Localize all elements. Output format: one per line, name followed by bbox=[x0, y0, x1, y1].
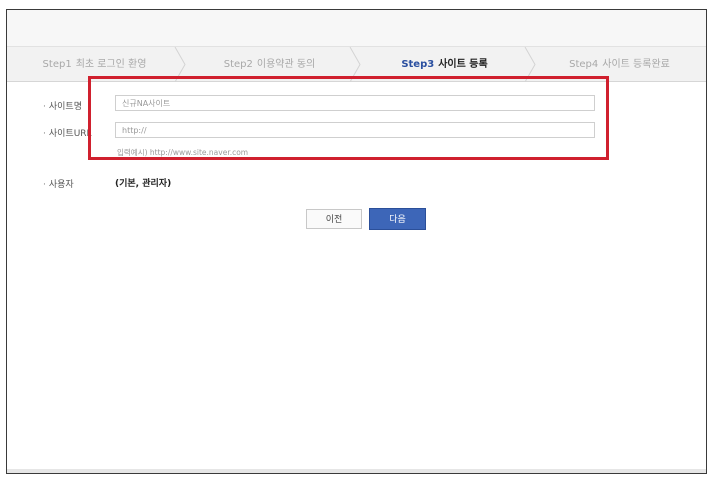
step-1-number: Step1 bbox=[42, 59, 72, 70]
next-button[interactable]: 다음 bbox=[369, 208, 426, 230]
bottom-divider bbox=[7, 469, 706, 473]
step-3-number: Step3 bbox=[401, 59, 435, 70]
step-3: Step3 사이트 등록 bbox=[357, 47, 532, 82]
step-1: Step1 최초 로그인 환영 bbox=[7, 47, 182, 82]
site-name-input[interactable] bbox=[115, 95, 595, 111]
url-example-hint: 입력예시) http://www.site.naver.com bbox=[117, 148, 249, 157]
step-2-label: 이용약관 동의 bbox=[256, 59, 316, 70]
site-url-input[interactable] bbox=[115, 122, 595, 138]
user-label: · 사용자 bbox=[43, 180, 74, 190]
site-url-label: · 사이트URL bbox=[43, 129, 92, 139]
site-name-label: · 사이트명 bbox=[43, 102, 82, 112]
user-value: (기본, 관리자) bbox=[115, 179, 172, 189]
step-progress-bar: Step1 최초 로그인 환영 Step2 이용약관 동의 Step3 사이트 등록 … bbox=[7, 46, 706, 82]
step-2: Step2 이용약관 동의 bbox=[182, 47, 357, 82]
step-4-label: 사이트 등록완료 bbox=[602, 59, 670, 70]
prev-button[interactable]: 이전 bbox=[306, 209, 362, 229]
page-frame: Step1 최초 로그인 환영 Step2 이용약관 동의 Step3 사이트 등록 … bbox=[6, 9, 707, 474]
step-3-label: 사이트 등록 bbox=[438, 59, 488, 70]
step-1-label: 최초 로그인 환영 bbox=[75, 59, 147, 70]
header-band bbox=[7, 10, 706, 46]
step-2-number: Step2 bbox=[223, 59, 253, 70]
step-4: Step4 사이트 등록완료 bbox=[532, 47, 707, 82]
step-4-number: Step4 bbox=[569, 59, 599, 70]
